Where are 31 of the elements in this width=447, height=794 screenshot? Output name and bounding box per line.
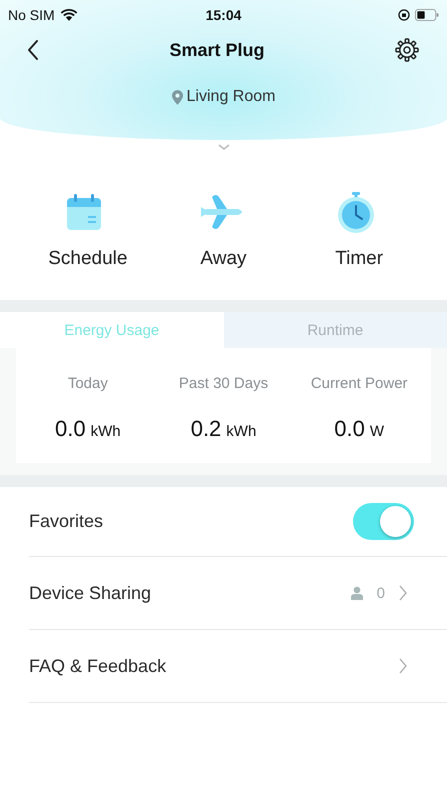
wifi-icon xyxy=(60,8,78,22)
battery-icon xyxy=(415,9,439,21)
back-icon[interactable] xyxy=(27,39,39,61)
stat-label: Today xyxy=(68,375,108,392)
stat-unit: kWh xyxy=(90,423,121,440)
toggle-switch[interactable] xyxy=(353,503,414,540)
rotation-lock-icon xyxy=(398,9,410,21)
stat-value: 0.0 xyxy=(55,416,86,442)
stat-unit: kWh xyxy=(226,423,256,440)
settings-icon[interactable] xyxy=(395,38,419,62)
carrier-label: No SIM xyxy=(8,7,55,23)
person-icon xyxy=(350,586,363,600)
setting-label: Favorites xyxy=(29,511,104,532)
clock-time: 15:04 xyxy=(206,7,242,23)
mode-button[interactable]: Away xyxy=(173,192,274,270)
stat-unit: W xyxy=(370,423,384,440)
stat-label: Current Power xyxy=(310,375,408,392)
stat-value: 0.0 xyxy=(334,416,365,442)
setting-label: Device Sharing xyxy=(29,582,152,604)
chevron-right-icon[interactable] xyxy=(399,585,407,601)
stat-label: Past 30 Days xyxy=(178,375,268,392)
setting-label: FAQ & Feedback xyxy=(29,656,166,676)
mode-button[interactable]: Timer xyxy=(309,192,410,270)
page-title: Smart Plug xyxy=(169,40,265,60)
chevron-right-icon[interactable] xyxy=(399,658,407,674)
chevron-down-icon[interactable] xyxy=(218,144,230,150)
mode-button[interactable]: Schedule xyxy=(38,192,138,270)
stat-value: 0.2 xyxy=(190,416,222,442)
location-label: Living Room xyxy=(186,88,276,106)
location-pin-icon xyxy=(172,90,183,104)
share-count: 0 xyxy=(376,584,385,602)
